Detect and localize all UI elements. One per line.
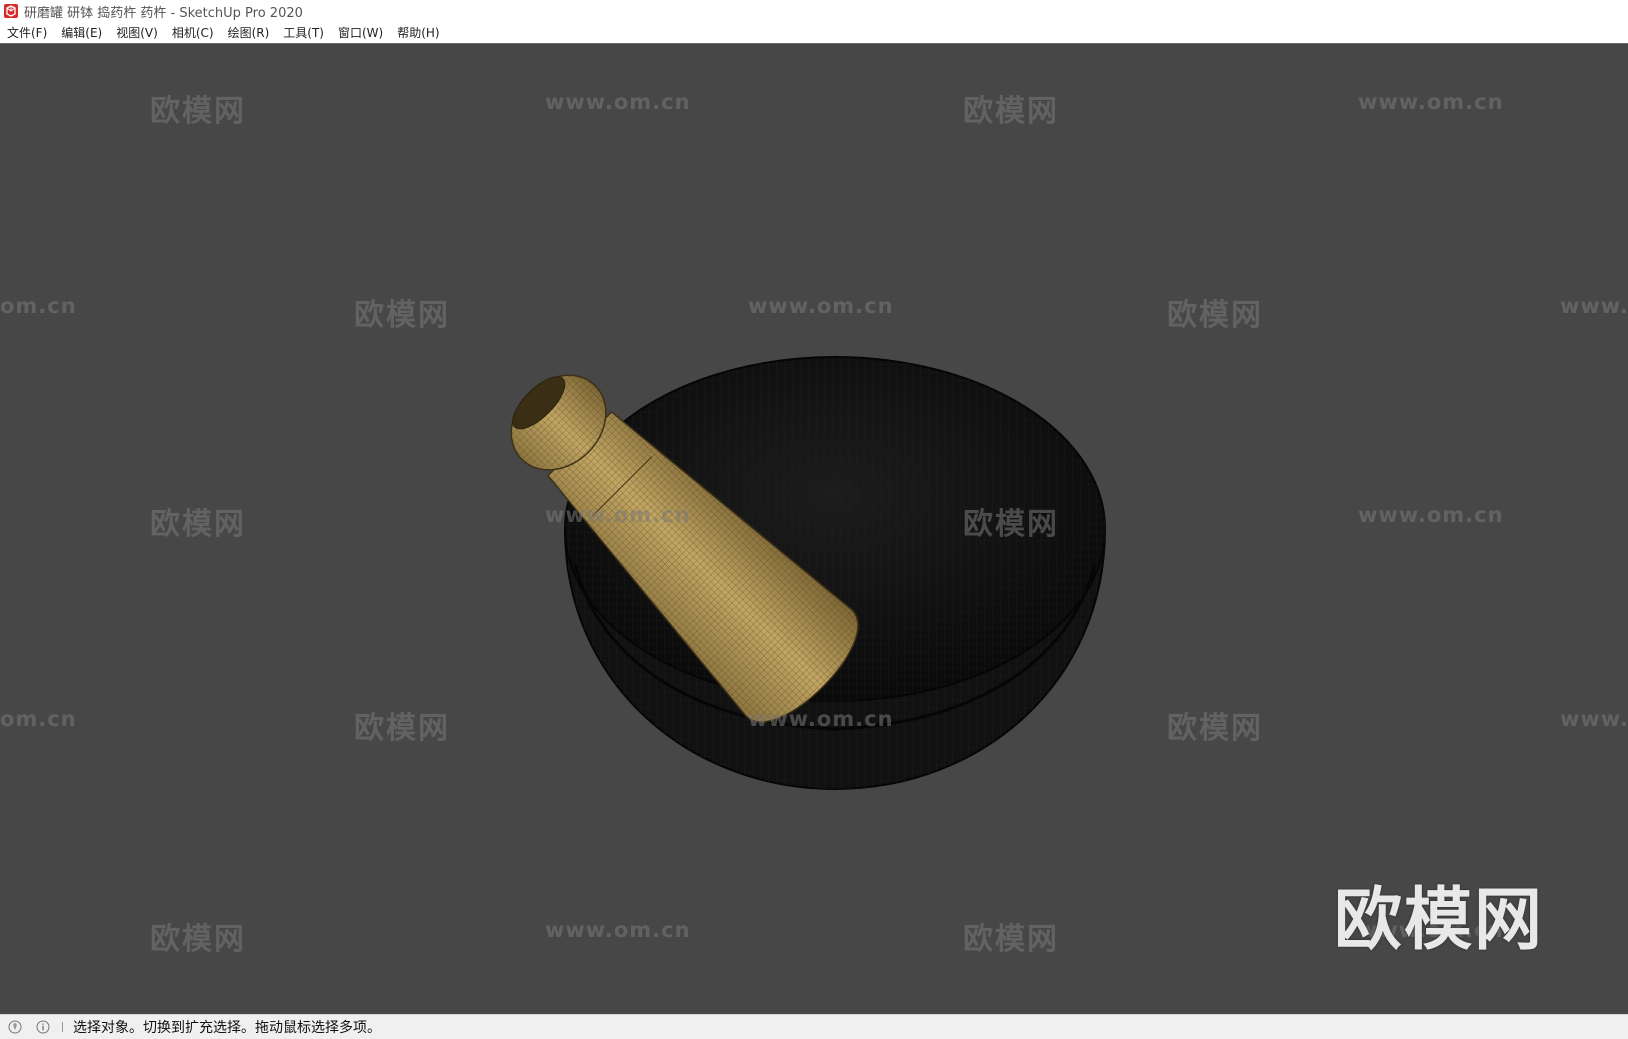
menu-draw[interactable]: 绘图(R): [221, 24, 277, 41]
watermark-url: om.cn: [0, 294, 77, 318]
watermark-text: 欧模网: [150, 94, 246, 129]
watermark-text: 欧模网: [354, 711, 450, 746]
watermark-text: 欧模网: [963, 94, 1059, 129]
title-bar: 研磨罐 研钵 捣药杵 药杵 - SketchUp Pro 2020: [0, 0, 1628, 22]
geo-location-icon[interactable]: [8, 1020, 22, 1034]
sketchup-window: 研磨罐 研钵 捣药杵 药杵 - SketchUp Pro 2020 文件(F) …: [0, 0, 1628, 1039]
modeling-viewport[interactable]: 欧模网 www.om.cn 欧模网 www.om.cn om.cn 欧模网 ww…: [0, 43, 1628, 1014]
watermark-url: www.om.cn: [545, 90, 691, 114]
watermark-url: www.om.cn: [545, 918, 691, 942]
menu-camera[interactable]: 相机(C): [165, 24, 221, 41]
watermark-url: om.cn: [0, 707, 77, 731]
status-separator: [62, 1022, 63, 1032]
menu-tools[interactable]: 工具(T): [276, 24, 331, 41]
watermark-text: 欧模网: [1167, 298, 1263, 333]
watermark-text: 欧模网: [963, 922, 1059, 957]
watermark-url: www.om.cn: [748, 294, 894, 318]
watermark-url: www.om.cn: [1358, 90, 1504, 114]
status-message: 选择对象。切换到扩充选择。拖动鼠标选择多项。: [73, 1020, 381, 1036]
menu-edit[interactable]: 编辑(E): [54, 24, 109, 41]
watermark-text: 欧模网: [150, 507, 246, 542]
brand-logo-text: 欧模网: [1334, 881, 1545, 960]
watermark-text: 欧模网: [963, 507, 1059, 542]
menu-view[interactable]: 视图(V): [109, 24, 165, 41]
sketchup-logo-icon[interactable]: [4, 4, 18, 18]
window-title: 研磨罐 研钵 捣药杵 药杵 - SketchUp Pro 2020: [24, 5, 303, 21]
watermark-url: www.: [1560, 294, 1628, 318]
watermark-text: 欧模网: [354, 298, 450, 333]
status-bar: 选择对象。切换到扩充选择。拖动鼠标选择多项。: [0, 1014, 1628, 1039]
watermark-url: www.om.cn: [1358, 503, 1504, 527]
watermark-text: 欧模网: [1167, 711, 1263, 746]
menu-file[interactable]: 文件(F): [0, 24, 54, 41]
menu-bar: 文件(F) 编辑(E) 视图(V) 相机(C) 绘图(R) 工具(T) 窗口(W…: [0, 22, 1628, 42]
watermark-url: www.om.cn: [748, 707, 894, 731]
menu-window[interactable]: 窗口(W): [331, 24, 390, 41]
watermark-url: www.om.cn: [545, 503, 691, 527]
watermark-url: www.: [1560, 707, 1628, 731]
watermark-text: 欧模网: [150, 922, 246, 957]
credits-info-icon[interactable]: [36, 1020, 50, 1034]
menu-help[interactable]: 帮助(H): [390, 24, 446, 41]
